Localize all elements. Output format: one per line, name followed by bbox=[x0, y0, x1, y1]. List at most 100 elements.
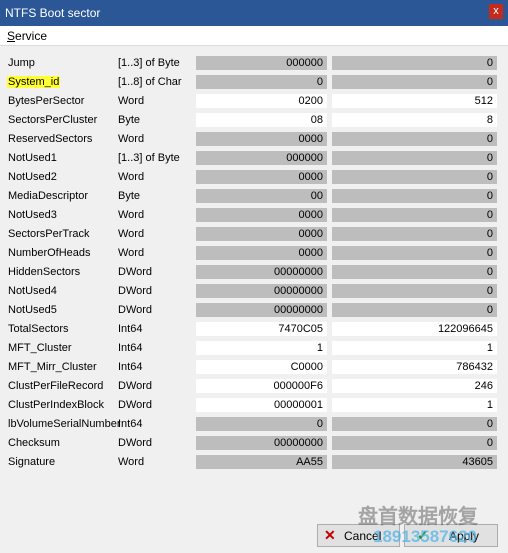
close-icon: x bbox=[493, 5, 499, 17]
field-row: NumberOfHeads Word 0000 0 bbox=[0, 244, 508, 263]
field-name: Checksum bbox=[8, 437, 60, 449]
field-type: Word bbox=[118, 228, 145, 240]
field-type: Byte bbox=[118, 114, 141, 126]
field-row: MFT_Mirr_Cluster Int64 C0000 786432 bbox=[0, 358, 508, 377]
decimal-value-field[interactable]: 0 bbox=[332, 151, 497, 165]
hex-value-field[interactable]: 0000 bbox=[196, 208, 327, 222]
decimal-value-field[interactable]: 0 bbox=[332, 303, 497, 317]
decimal-value-field[interactable]: 0 bbox=[332, 265, 497, 279]
field-name: NumberOfHeads bbox=[8, 247, 91, 259]
decimal-value-field[interactable]: 0 bbox=[332, 246, 497, 260]
field-row: Checksum DWord 00000000 0 bbox=[0, 434, 508, 453]
field-name: lbVolumeSerialNumber bbox=[8, 418, 121, 430]
hex-value-field[interactable]: 7470C05 bbox=[196, 322, 327, 336]
field-name: NotUsed3 bbox=[8, 209, 57, 221]
field-name: BytesPerSector bbox=[8, 95, 85, 107]
field-name: ReservedSectors bbox=[8, 133, 93, 145]
field-type: Word bbox=[118, 95, 145, 107]
hex-value-field[interactable]: 00000000 bbox=[196, 265, 327, 279]
field-type: Byte bbox=[118, 190, 141, 202]
field-name: SectorsPerCluster bbox=[8, 114, 98, 126]
field-row: ReservedSectors Word 0000 0 bbox=[0, 130, 508, 149]
decimal-value-field[interactable]: 0 bbox=[332, 208, 497, 222]
field-row: ClustPerFileRecord DWord 000000F6 246 bbox=[0, 377, 508, 396]
hex-value-field[interactable]: C0000 bbox=[196, 360, 327, 374]
hex-value-field[interactable]: 00000000 bbox=[196, 303, 327, 317]
field-type: Int64 bbox=[118, 418, 143, 430]
decimal-value-field[interactable]: 43605 bbox=[332, 455, 497, 469]
x-icon: ✕ bbox=[324, 527, 336, 543]
hex-value-field[interactable]: 00000000 bbox=[196, 284, 327, 298]
field-name: MFT_Cluster bbox=[8, 342, 72, 354]
decimal-value-field[interactable]: 0 bbox=[332, 284, 497, 298]
hex-value-field[interactable]: 0 bbox=[196, 417, 327, 431]
decimal-value-field[interactable]: 1 bbox=[332, 341, 497, 355]
field-name: NotUsed4 bbox=[8, 285, 57, 297]
field-row: lbVolumeSerialNumber Int64 0 0 bbox=[0, 415, 508, 434]
decimal-value-field[interactable]: 0 bbox=[332, 436, 497, 450]
field-row: ClustPerIndexBlock DWord 00000001 1 bbox=[0, 396, 508, 415]
watermark-text: 盘首数据恢复 bbox=[358, 506, 478, 528]
decimal-value-field[interactable]: 0 bbox=[332, 132, 497, 146]
decimal-value-field[interactable]: 0 bbox=[332, 227, 497, 241]
hex-value-field[interactable]: 00 bbox=[196, 189, 327, 203]
decimal-value-field[interactable]: 0 bbox=[332, 56, 497, 70]
field-type: [1..3] of Byte bbox=[118, 152, 180, 164]
decimal-value-field[interactable]: 122096645 bbox=[332, 322, 497, 336]
field-row: NotUsed5 DWord 00000000 0 bbox=[0, 301, 508, 320]
field-type: DWord bbox=[118, 399, 153, 411]
hex-value-field[interactable]: AA55 bbox=[196, 455, 327, 469]
hex-value-field[interactable]: 0200 bbox=[196, 94, 327, 108]
hex-value-field[interactable]: 00000000 bbox=[196, 436, 327, 450]
hex-value-field[interactable]: 1 bbox=[196, 341, 327, 355]
field-row: SectorsPerTrack Word 0000 0 bbox=[0, 225, 508, 244]
hex-value-field[interactable]: 000000F6 bbox=[196, 379, 327, 393]
field-name: NotUsed5 bbox=[8, 304, 57, 316]
hex-value-field[interactable]: 0 bbox=[196, 75, 327, 89]
hex-value-field[interactable]: 08 bbox=[196, 113, 327, 127]
close-button[interactable]: x bbox=[489, 4, 503, 19]
field-row: NotUsed2 Word 0000 0 bbox=[0, 168, 508, 187]
field-type: Int64 bbox=[118, 361, 143, 373]
field-row: NotUsed4 DWord 00000000 0 bbox=[0, 282, 508, 301]
field-type: DWord bbox=[118, 437, 153, 449]
decimal-value-field[interactable]: 8 bbox=[332, 113, 497, 127]
field-name: SectorsPerTrack bbox=[8, 228, 90, 240]
field-row: TotalSectors Int64 7470C05 122096645 bbox=[0, 320, 508, 339]
hex-value-field[interactable]: 0000 bbox=[196, 132, 327, 146]
hex-value-field[interactable]: 0000 bbox=[196, 170, 327, 184]
decimal-value-field[interactable]: 0 bbox=[332, 417, 497, 431]
menu-service[interactable]: Service bbox=[7, 29, 47, 43]
decimal-value-field[interactable]: 0 bbox=[332, 170, 497, 184]
field-type: DWord bbox=[118, 285, 153, 297]
window-title: NTFS Boot sector bbox=[5, 6, 101, 20]
field-row: BytesPerSector Word 0200 512 bbox=[0, 92, 508, 111]
field-type: Int64 bbox=[118, 323, 143, 335]
field-name: MFT_Mirr_Cluster bbox=[8, 361, 97, 373]
field-name: NotUsed1 bbox=[8, 152, 57, 164]
decimal-value-field[interactable]: 1 bbox=[332, 398, 497, 412]
decimal-value-field[interactable]: 246 bbox=[332, 379, 497, 393]
field-type: Word bbox=[118, 456, 145, 468]
decimal-value-field[interactable]: 0 bbox=[332, 189, 497, 203]
field-row: Signature Word AA55 43605 bbox=[0, 453, 508, 472]
field-type: DWord bbox=[118, 266, 153, 278]
field-list: Jump [1..3] of Byte 000000 0 System_id [1..8]… bbox=[0, 54, 508, 472]
field-name: ClustPerIndexBlock bbox=[8, 399, 104, 411]
decimal-value-field[interactable]: 786432 bbox=[332, 360, 497, 374]
field-row: MFT_Cluster Int64 1 1 bbox=[0, 339, 508, 358]
field-name: Signature bbox=[8, 456, 56, 468]
hex-value-field[interactable]: 000000 bbox=[196, 56, 327, 70]
field-name: HiddenSectors bbox=[8, 266, 81, 278]
decimal-value-field[interactable]: 0 bbox=[332, 75, 497, 89]
hex-value-field[interactable]: 000000 bbox=[196, 151, 327, 165]
field-type: Word bbox=[118, 209, 145, 221]
field-type: DWord bbox=[118, 304, 153, 316]
hex-value-field[interactable]: 0000 bbox=[196, 227, 327, 241]
field-type: Word bbox=[118, 247, 145, 259]
menu-bar: Service bbox=[0, 26, 508, 46]
field-type: DWord bbox=[118, 380, 153, 392]
decimal-value-field[interactable]: 512 bbox=[332, 94, 497, 108]
hex-value-field[interactable]: 0000 bbox=[196, 246, 327, 260]
hex-value-field[interactable]: 00000001 bbox=[196, 398, 327, 412]
